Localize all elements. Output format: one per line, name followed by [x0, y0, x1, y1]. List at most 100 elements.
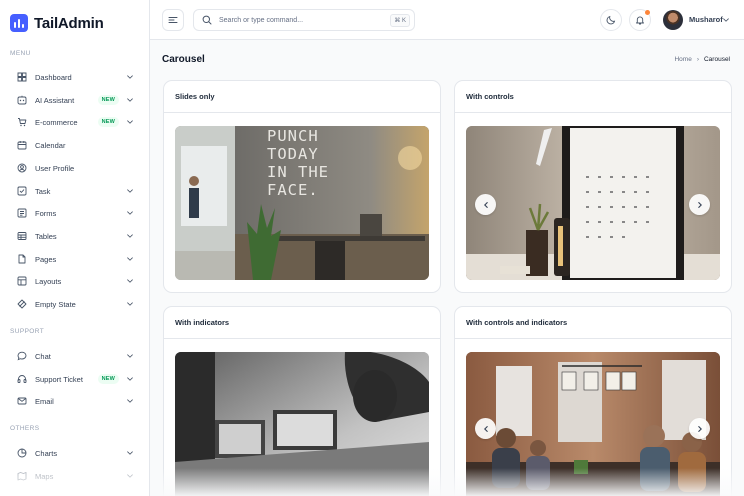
carousel-slide[interactable]: PUNCH TODAY IN THE FACE. [175, 126, 429, 280]
card-title: Slides only [164, 81, 440, 113]
sidebar-item-label: Forms [35, 208, 57, 218]
sidebar-item-label: E-commerce [35, 117, 78, 127]
sidebar-item-ai-assistant[interactable]: AI Assistant NEW [10, 90, 138, 110]
chevron-down-icon [127, 189, 133, 193]
carousel-prev-button[interactable] [475, 194, 496, 215]
sidebar-item-label: User Profile [35, 163, 75, 173]
search-shortcut: ⌘ K [390, 13, 410, 27]
sidebar-item-label: Calendar [35, 140, 66, 150]
new-badge: NEW [97, 95, 119, 105]
chevron-down-icon [127, 211, 133, 215]
dark-mode-toggle-button[interactable] [600, 9, 622, 31]
sidebar-item-label: Dashboard [35, 72, 72, 82]
breadcrumb-separator: › [696, 56, 699, 63]
sidebar-fade [0, 466, 149, 496]
card-title: With controls and indicators [455, 307, 731, 339]
card-with-controls: With controls [454, 80, 732, 293]
chevron-down-icon [127, 279, 133, 283]
chat-icon [17, 351, 27, 361]
sidebar-item-charts[interactable]: Charts [10, 443, 138, 463]
carousel-next-button[interactable] [689, 194, 710, 215]
layout-icon [17, 276, 27, 286]
chevron-left-icon [483, 201, 488, 208]
forms-icon [17, 208, 27, 218]
notification-dot [645, 10, 650, 15]
sidebar-item-label: Empty State [35, 299, 76, 309]
logo[interactable]: TailAdmin [10, 14, 104, 32]
notifications-button[interactable] [629, 9, 651, 31]
chevron-down-icon [127, 377, 133, 381]
app-name: TailAdmin [34, 14, 104, 32]
empty-state-icon [17, 299, 27, 309]
sidebar: TailAdmin MENU SUPPORT OTHERS Dashboard A… [0, 0, 150, 496]
breadcrumb-current: Carousel [703, 56, 730, 63]
sidebar-item-user-profile[interactable]: User Profile [10, 158, 138, 178]
page-title: Carousel [162, 54, 205, 65]
avatar[interactable] [663, 10, 683, 30]
new-badge: NEW [97, 117, 119, 127]
chevron-down-icon [127, 451, 133, 455]
ai-icon [17, 95, 27, 105]
moon-icon [606, 15, 616, 25]
chevron-down-icon [127, 75, 133, 79]
mail-icon [17, 396, 27, 406]
pages-icon [17, 254, 27, 264]
slide-image-calendar-desk [466, 126, 720, 280]
sidebar-item-tables[interactable]: Tables [10, 226, 138, 246]
cart-icon [17, 117, 27, 127]
sidebar-item-calendar[interactable]: Calendar [10, 135, 138, 155]
sidebar-item-chat[interactable]: Chat [10, 346, 138, 366]
carousel-slide[interactable] [466, 126, 720, 280]
chevron-down-icon[interactable] [722, 16, 730, 24]
sidebar-item-label: Email [35, 396, 54, 406]
chevron-right-icon [697, 201, 702, 208]
user-name[interactable]: Musharof [689, 15, 723, 24]
sidebar-item-layouts[interactable]: Layouts [10, 271, 138, 291]
bell-icon [636, 16, 644, 25]
search-placeholder: Search or type command... [219, 16, 304, 24]
content-fade [150, 468, 744, 496]
sidebar-item-label: Pages [35, 254, 57, 264]
breadcrumb: Home › Carousel [674, 56, 730, 63]
sidebar-item-forms[interactable]: Forms [10, 203, 138, 223]
chevron-left-icon [483, 425, 488, 432]
carousel-next-button[interactable] [689, 418, 710, 439]
slide-image-office-wall: PUNCH TODAY IN THE FACE. [175, 126, 429, 280]
top-header: Search or type command... ⌘ K Musharof [150, 0, 744, 40]
chevron-down-icon [127, 302, 133, 306]
sidebar-item-support-ticket[interactable]: Support Ticket NEW [10, 369, 138, 389]
sidebar-item-email[interactable]: Email [10, 391, 138, 411]
card-slides-only: Slides only PUNCH TODAY IN THE FACE. [163, 80, 441, 293]
sidebar-item-pages[interactable]: Pages [10, 249, 138, 269]
chevron-down-icon [127, 234, 133, 238]
sidebar-toggle-button[interactable] [162, 9, 184, 31]
user-icon [17, 163, 27, 173]
pie-chart-icon [17, 448, 27, 458]
chevron-down-icon [127, 354, 133, 358]
chevron-down-icon [127, 120, 133, 124]
card-title: With controls [455, 81, 731, 113]
breadcrumb-home-link[interactable]: Home [674, 56, 691, 63]
chevron-down-icon [127, 399, 133, 403]
sidebar-item-label: Chat [35, 351, 51, 361]
section-label-others: OTHERS [10, 425, 40, 432]
sidebar-item-dashboard[interactable]: Dashboard [10, 67, 138, 87]
sidebar-item-label: AI Assistant [35, 95, 75, 105]
sidebar-item-label: Support Ticket [35, 374, 83, 384]
table-icon [17, 231, 27, 241]
search-icon [202, 15, 212, 25]
chevron-right-icon [697, 425, 702, 432]
section-label-support: SUPPORT [10, 328, 45, 335]
chevron-down-icon [127, 257, 133, 261]
search-input[interactable]: Search or type command... ⌘ K [193, 9, 415, 31]
sidebar-item-label: Task [35, 186, 51, 196]
sidebar-item-e-commerce[interactable]: E-commerce NEW [10, 112, 138, 132]
sidebar-item-label: Tables [35, 231, 57, 241]
section-label-menu: MENU [10, 50, 31, 57]
logo-icon [10, 14, 28, 32]
sidebar-item-empty-state[interactable]: Empty State [10, 294, 138, 314]
headset-icon [17, 374, 27, 384]
grid-icon [17, 72, 27, 82]
sidebar-item-task[interactable]: Task [10, 181, 138, 201]
carousel-prev-button[interactable] [475, 418, 496, 439]
